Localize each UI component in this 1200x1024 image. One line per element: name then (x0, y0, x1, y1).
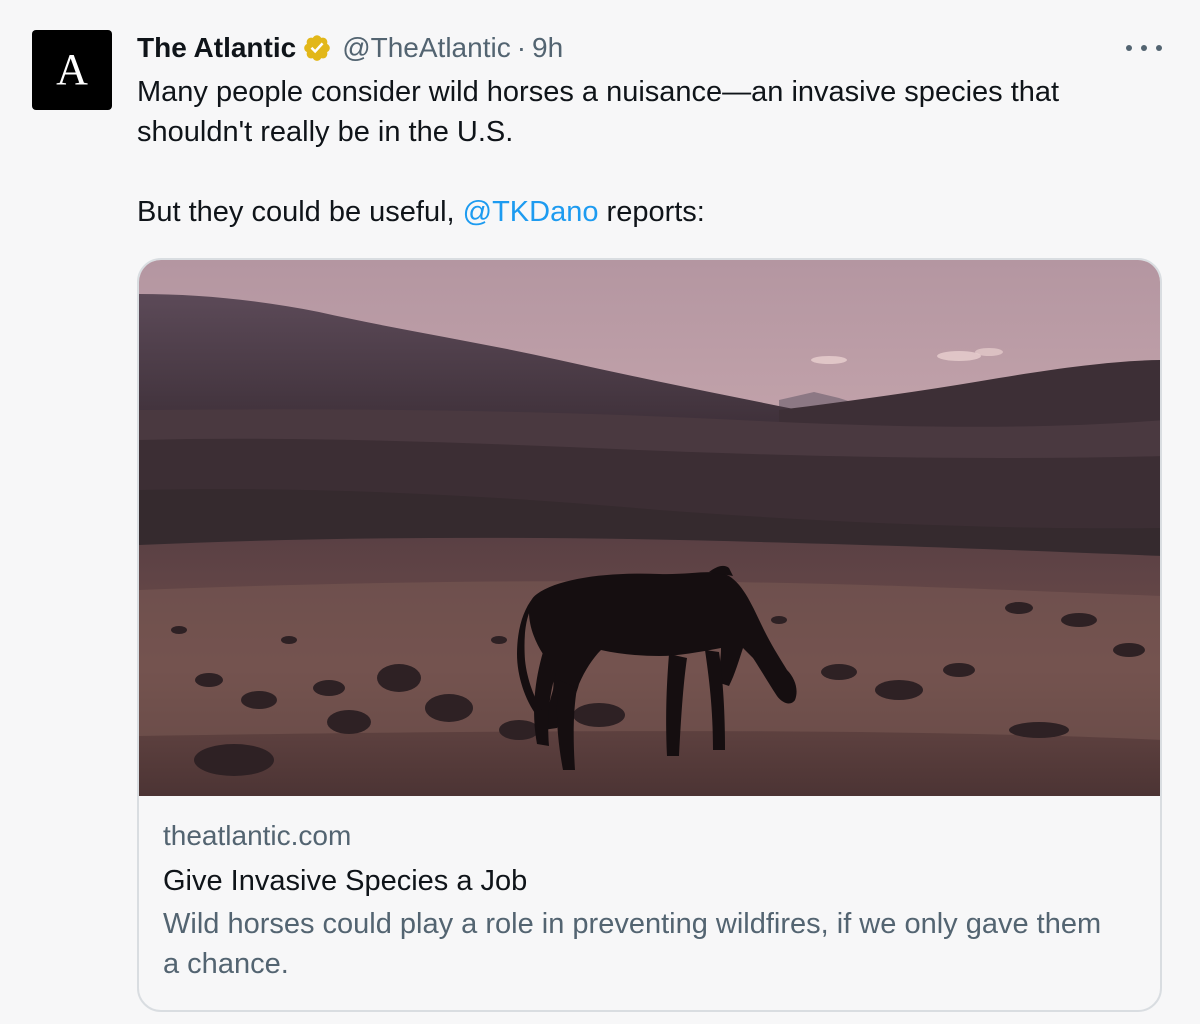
card-description: Wild horses could play a role in prevent… (163, 908, 1102, 980)
tweet-text-line-2: But they could be useful, @TKDano report… (137, 192, 1157, 232)
tweet-text-after-mention: reports: (598, 196, 705, 228)
mention-link[interactable]: @TKDano (463, 196, 599, 228)
link-card[interactable]: theatlantic.com Give Invasive Species a … (137, 258, 1162, 1012)
card-title[interactable]: Give Invasive Species a Job (163, 858, 1123, 904)
tweet-text-line-1: Many people consider wild horses a nuisa… (137, 76, 1060, 148)
tweet[interactable]: A The Atlantic @TheAtlantic · 9h Many pe… (0, 0, 1200, 1024)
handle[interactable]: @TheAtlantic (342, 32, 511, 64)
card-image[interactable] (139, 260, 1162, 796)
verified-badge-icon[interactable] (302, 33, 332, 63)
display-name[interactable]: The Atlantic (137, 32, 296, 64)
more-dot (1126, 45, 1132, 51)
tweet-header: The Atlantic @TheAtlantic · 9h (137, 30, 563, 66)
card-domain: theatlantic.com (163, 820, 352, 851)
separator-dot: · (516, 32, 527, 63)
tweet-text-before-mention: But they could be useful, (137, 196, 463, 228)
tweet-text: Many people consider wild horses a nuisa… (137, 72, 1157, 232)
card-meta: theatlantic.com Give Invasive Species a … (163, 816, 1123, 984)
more-options-button[interactable] (1126, 36, 1162, 60)
more-dot (1141, 45, 1147, 51)
avatar-logo-letter: A (56, 45, 88, 94)
timestamp[interactable]: 9h (532, 32, 563, 64)
avatar[interactable]: A (32, 30, 112, 110)
more-dot (1156, 45, 1162, 51)
